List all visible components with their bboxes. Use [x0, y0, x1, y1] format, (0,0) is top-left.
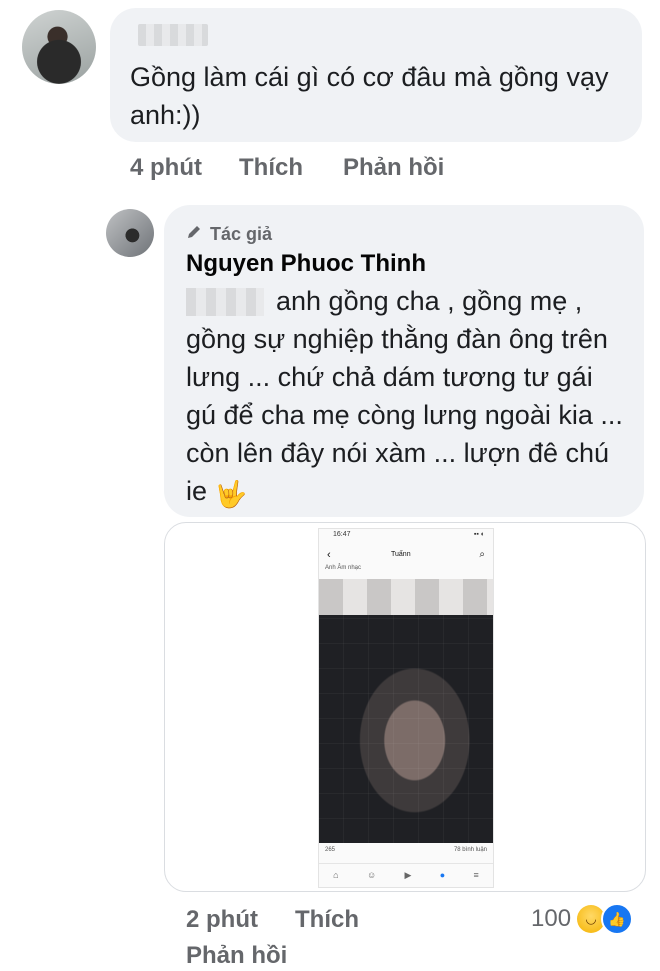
back-icon: ‹ — [327, 549, 331, 561]
commenter-avatar[interactable] — [22, 10, 96, 84]
watch-icon: ▶ — [404, 869, 412, 880]
like-reaction-icon: 👍 — [601, 903, 634, 935]
screenshot-tags: Anh Âm nhạc — [325, 565, 362, 571]
friends-icon: ☺ — [366, 870, 377, 880]
attached-screenshot: 16:47 ▪▪ ◐ ‹ Tuấnn ⌕ Anh Âm nhạc 265 78 … — [318, 528, 494, 888]
screenshot-likes: 265 — [325, 847, 336, 853]
menu-icon: ≡ — [473, 870, 479, 880]
pixelated-photo — [319, 615, 493, 843]
notifications-icon: ● — [439, 870, 446, 880]
reply-button[interactable]: Phản hồi — [343, 154, 444, 182]
screenshot-status-icons: ▪▪ ◐ — [473, 531, 485, 538]
comment-timestamp[interactable]: 4 phút — [130, 154, 202, 182]
reply-text: anh gồng cha , gồng mẹ , gồng sự nghiệp … — [186, 282, 626, 513]
author-badge: Tác giả — [186, 224, 272, 245]
reply-reply-button[interactable]: Phản hồi — [186, 942, 287, 970]
like-button[interactable]: Thích — [239, 154, 303, 182]
rock-on-emoji: 🤟 — [214, 479, 247, 509]
reaction-summary[interactable]: 100 ◡ 👍 — [531, 903, 634, 935]
search-icon: ⌕ — [479, 549, 485, 560]
screenshot-nav-bar: ⌂ ☺ ▶ ● ≡ — [319, 863, 493, 886]
blurred-commenter-name[interactable] — [138, 24, 208, 46]
comment-text: Gồng làm cái gì có cơ đâu mà gồng vạy an… — [130, 62, 609, 130]
pixelated-region — [319, 579, 493, 619]
author-avatar[interactable] — [106, 209, 154, 257]
reply-text-body: anh gồng cha , gồng mẹ , gồng sự nghiệp … — [186, 286, 623, 506]
reply-like-button[interactable]: Thích — [295, 906, 359, 934]
author-name[interactable]: Nguyen Phuoc Thinh — [186, 250, 426, 278]
reaction-count: 100 — [531, 905, 572, 932]
blurred-mention — [186, 288, 264, 316]
screenshot-comments: 78 bình luận — [453, 847, 487, 853]
reply-timestamp[interactable]: 2 phút — [186, 906, 258, 934]
screenshot-title: Tuấnn — [391, 551, 411, 558]
pencil-icon — [186, 224, 202, 245]
home-icon: ⌂ — [333, 870, 339, 880]
screenshot-status-time: 16:47 — [333, 531, 351, 538]
author-badge-label: Tác giả — [210, 224, 273, 244]
